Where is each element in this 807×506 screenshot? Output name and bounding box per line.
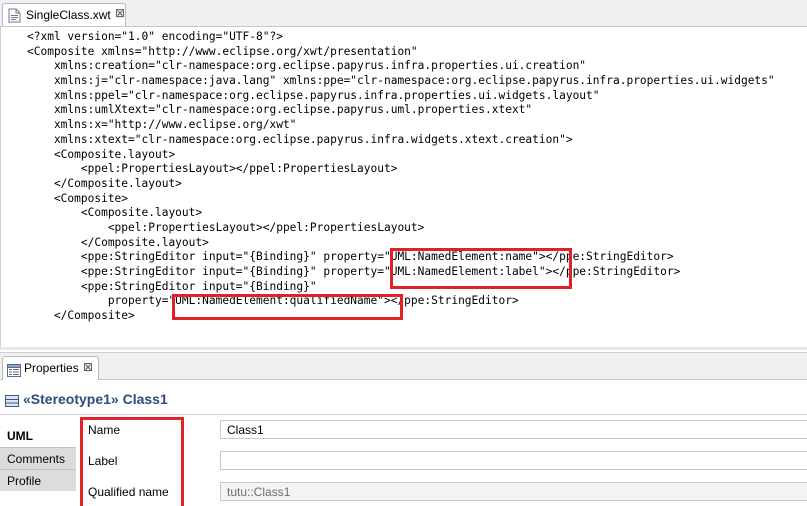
code-line[interactable]: xmlns:j="clr-namespace:java.lang" xmlns:…: [27, 74, 775, 89]
properties-tabbar: Properties ⊠: [0, 352, 807, 381]
code-line[interactable]: <Composite>: [27, 192, 775, 207]
code-line[interactable]: <ppel:PropertiesLayout></ppel:Properties…: [27, 221, 775, 236]
code-line[interactable]: <Composite.layout>: [27, 206, 775, 221]
editor-horizontal-scrollbar[interactable]: [0, 347, 807, 350]
name-input[interactable]: Class1: [220, 420, 807, 439]
code-line[interactable]: </Composite.layout>: [27, 177, 775, 192]
highlight-name-label-properties: [390, 248, 572, 289]
qualified-name-input: tutu::Class1: [220, 482, 807, 501]
code-line[interactable]: <Composite xmlns="http://www.eclipse.org…: [27, 45, 775, 60]
close-icon[interactable]: ⊠: [83, 360, 93, 374]
code-line[interactable]: xmlns:umlXtext="clr-namespace:org.eclips…: [27, 103, 775, 118]
highlight-form-labels: [80, 417, 184, 506]
close-icon[interactable]: ⊠: [115, 6, 125, 20]
editor-tab-singleclass[interactable]: SingleClass.xwt ⊠: [2, 3, 126, 26]
editor-tab-title: SingleClass.xwt: [26, 8, 111, 22]
xml-file-icon: [8, 8, 21, 27]
code-line[interactable]: xmlns:ppel="clr-namespace:org.eclipse.pa…: [27, 89, 775, 104]
properties-tab-title: Properties: [24, 361, 79, 375]
element-title: «Stereotype1» Class1: [23, 391, 168, 407]
code-line[interactable]: <Composite.layout>: [27, 148, 775, 163]
editor-tabbar: SingleClass.xwt ⊠: [0, 0, 807, 27]
code-line[interactable]: xmlns:creation="clr-namespace:org.eclips…: [27, 59, 775, 74]
code-line[interactable]: xmlns:x="http://www.eclipse.org/xwt": [27, 118, 775, 133]
label-input[interactable]: [220, 451, 807, 470]
tab-properties[interactable]: Properties ⊠: [2, 356, 99, 381]
properties-view-icon: [7, 362, 21, 381]
side-tab-profile[interactable]: Profile: [0, 469, 76, 491]
properties-side-tabs: UML Comments Profile: [0, 415, 78, 506]
class-icon: [5, 392, 19, 411]
properties-header: «Stereotype1» Class1: [0, 380, 807, 415]
code-line[interactable]: xmlns:xtext="clr-namespace:org.eclipse.p…: [27, 133, 775, 148]
highlight-qualifiedname-property: [172, 294, 403, 320]
side-tab-comments[interactable]: Comments: [0, 447, 76, 469]
code-line[interactable]: <ppel:PropertiesLayout></ppel:Properties…: [27, 162, 775, 177]
code-line[interactable]: <?xml version="1.0" encoding="UTF-8"?>: [27, 30, 775, 45]
side-tab-uml[interactable]: UML: [0, 425, 76, 447]
